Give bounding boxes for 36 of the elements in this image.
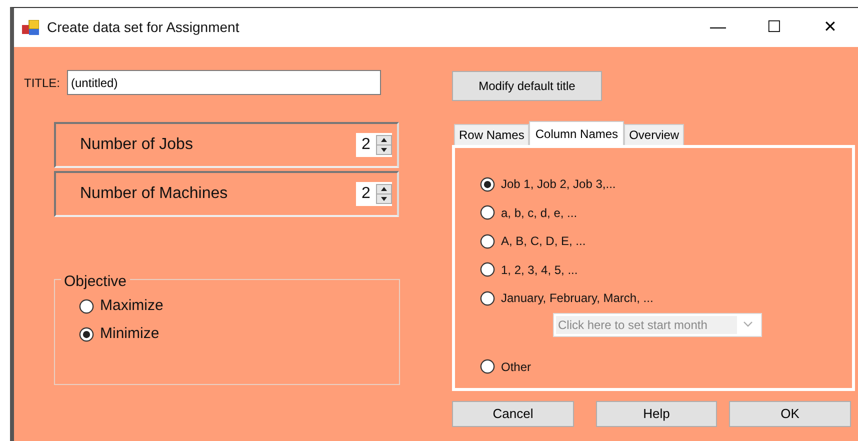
title-field[interactable]: (untitled) <box>67 70 382 95</box>
tab[interactable]: Row Names <box>454 124 530 145</box>
radio-button[interactable] <box>79 298 94 314</box>
spinner-label: Number of Jobs <box>80 135 193 155</box>
radio-button[interactable] <box>79 326 94 342</box>
radio-button[interactable] <box>480 359 495 374</box>
radio-label: Job 1, Job 2, Job 3,... <box>501 176 616 194</box>
radio-label: a, b, c, d, e, ... <box>501 204 578 222</box>
minimize-button[interactable]: — <box>690 16 746 40</box>
help-button[interactable]: Help <box>596 401 717 427</box>
maximize-button[interactable]: ☐ <box>746 16 802 40</box>
radio-label: Maximize <box>100 296 164 316</box>
radio-button[interactable] <box>480 176 495 192</box>
close-button[interactable]: ✕ <box>802 16 858 40</box>
tab[interactable]: Column Names <box>529 121 624 145</box>
app-icon <box>22 20 39 36</box>
spin-arrows-icon[interactable] <box>376 135 392 155</box>
spin-arrows-icon[interactable] <box>376 184 392 204</box>
ok-button[interactable]: OK <box>729 401 851 427</box>
window-title: Create data set for Assignment <box>47 18 240 37</box>
cancel-button[interactable]: Cancel <box>452 401 574 427</box>
modify-title-button[interactable]: Modify default title <box>452 71 602 101</box>
number-spinner[interactable]: 2 <box>356 133 392 157</box>
number-spinner[interactable]: 2 <box>356 182 392 206</box>
radio-label: Minimize <box>100 324 160 344</box>
radio-label: Other <box>501 358 532 376</box>
radio-label: A, B, C, D, E, ... <box>501 233 586 250</box>
title-label: TITLE: <box>24 74 60 92</box>
radio-button[interactable] <box>480 205 495 220</box>
radio-label: January, February, March, ... <box>501 290 654 308</box>
radio-button[interactable] <box>480 262 495 278</box>
radio-label: 1, 2, 3, 4, 5, ... <box>501 262 578 279</box>
tab[interactable]: Overview <box>624 124 684 145</box>
radio-button[interactable] <box>480 290 495 306</box>
spinner-label: Number of Machines <box>80 184 228 204</box>
radio-button[interactable] <box>480 234 495 249</box>
